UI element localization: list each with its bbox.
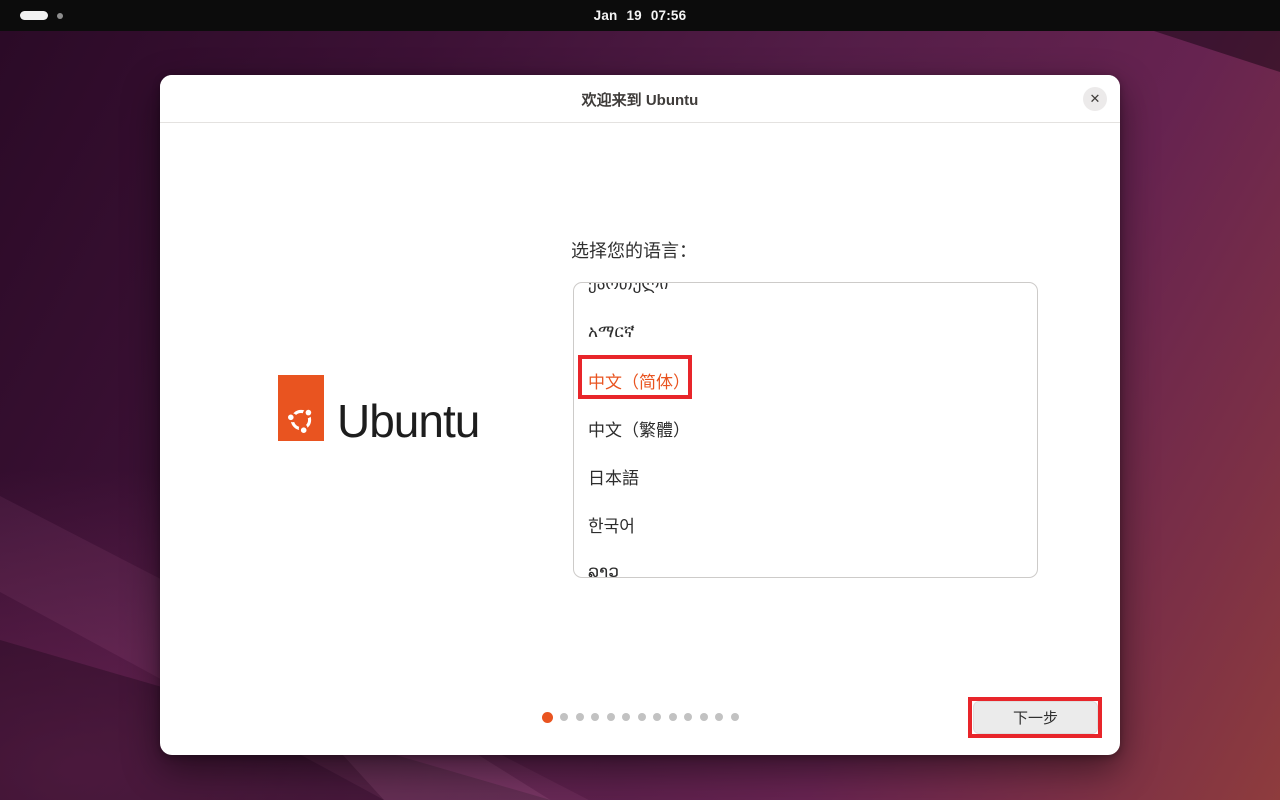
top-bar: Jan 19 07:56 (0, 0, 1280, 31)
close-button[interactable]: ✕ (1083, 87, 1107, 111)
language-option-label: አማርኛ (588, 322, 635, 342)
titlebar: 欢迎来到 Ubuntu ✕ (160, 75, 1120, 123)
page-dot (591, 713, 599, 721)
page-dot-active (542, 712, 553, 723)
ubuntu-logo-icon (278, 375, 324, 441)
page-dot (715, 713, 723, 721)
language-option[interactable]: 日本語 (574, 452, 1037, 500)
page-dot (731, 713, 739, 721)
close-icon: ✕ (1090, 91, 1101, 107)
page-dot (653, 713, 661, 721)
page-dot (622, 713, 630, 721)
page-dot (684, 713, 692, 721)
page-dot (560, 713, 568, 721)
installer-window: 欢迎来到 Ubuntu ✕ Ubuntu 选择您的语言： ქართულ (160, 75, 1120, 755)
language-option-selected[interactable]: 中文（简体） (574, 356, 1037, 404)
page-dot (576, 713, 584, 721)
page-dot (669, 713, 677, 721)
language-option[interactable]: አማርኛ (574, 308, 1037, 356)
language-option-label: 中文（简体） (588, 368, 690, 393)
language-option-label: ქართული (588, 282, 668, 294)
language-option[interactable]: ລາວ (574, 548, 1037, 578)
language-option-label: 中文（繁體） (588, 416, 690, 441)
page-dot (700, 713, 708, 721)
language-option[interactable]: ქართული (574, 282, 1037, 308)
language-list[interactable]: ქართული አማርኛ 中文（简体） 中文（繁體） 日本語 한국어 ລາວ (573, 282, 1038, 578)
window-title: 欢迎来到 Ubuntu (160, 75, 1120, 123)
language-list-inner: ქართული አማርኛ 中文（简体） 中文（繁體） 日本語 한국어 ລາວ (574, 282, 1037, 578)
clock-menu[interactable]: Jan 19 07:56 (0, 0, 1280, 31)
language-option-label: 日本語 (588, 464, 639, 489)
ubuntu-wordmark: Ubuntu (337, 403, 479, 441)
language-option-label: ລາວ (588, 562, 619, 578)
page-dot (607, 713, 615, 721)
language-option[interactable]: 한국어 (574, 500, 1037, 548)
page-dot (638, 713, 646, 721)
next-button[interactable]: 下一步 (973, 701, 1098, 734)
language-prompt: 选择您的语言： (571, 237, 697, 263)
ubuntu-logo: Ubuntu (278, 375, 479, 441)
language-option-label: 한국어 (588, 512, 635, 537)
language-option[interactable]: 中文（繁體） (574, 404, 1037, 452)
